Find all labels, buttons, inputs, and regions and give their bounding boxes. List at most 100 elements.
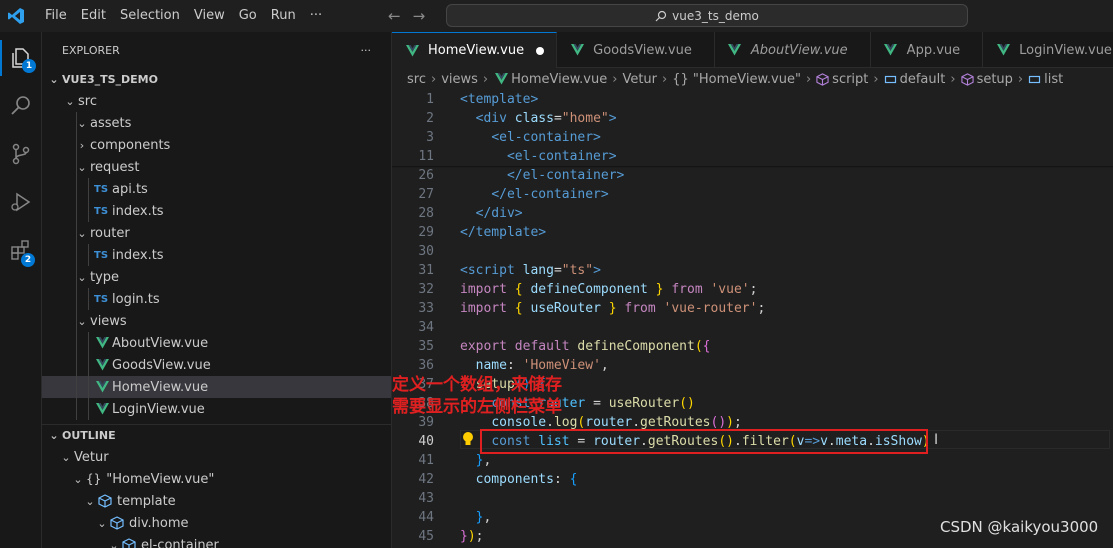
extensions-icon[interactable]: 2 [0, 226, 42, 274]
outline-item[interactable]: ⌄ Vetur [42, 446, 391, 468]
folder-item[interactable]: ⌄ views [42, 310, 391, 332]
code-token: export [460, 339, 515, 354]
indent-guide [88, 332, 89, 354]
tab-label: App.vue [906, 42, 961, 58]
code-line[interactable]: 43 [392, 489, 1113, 508]
line-number: 2 [426, 111, 434, 126]
tab-homeview-vue[interactable]: HomeView.vue [392, 32, 558, 68]
breadcrumb-item[interactable]: src [407, 72, 426, 87]
file-item[interactable]: AboutView.vue [42, 332, 391, 354]
outline-item[interactable]: ⌄ el-container [42, 534, 391, 548]
outline-item-label: "HomeView.vue" [106, 471, 215, 487]
folder-item[interactable]: › components [42, 134, 391, 156]
indent-guide [76, 288, 77, 310]
tab-label: HomeView.vue [428, 43, 525, 58]
code-line[interactable]: 32 import { defineComponent } from 'vue'; [392, 280, 1113, 299]
file-item[interactable]: LoginView.vue [42, 398, 391, 420]
breadcrumb-item[interactable]: views [441, 72, 478, 87]
line-number: 41 [418, 453, 434, 468]
code-line[interactable]: 26 </el-container> [392, 166, 1113, 185]
run-debug-icon[interactable] [0, 178, 42, 226]
explorer-more-button[interactable]: ··· [361, 44, 372, 57]
menu-item-selection[interactable]: Selection [113, 0, 187, 32]
outline-section-header[interactable]: ⌄ OUTLINE [42, 424, 391, 446]
folder-item[interactable]: ⌄ assets [42, 112, 391, 134]
code-text: }, [460, 453, 492, 468]
menu-item-view[interactable]: View [187, 0, 232, 32]
outline-item[interactable]: ⌄{} "HomeView.vue" [42, 468, 391, 490]
tree-item-label: AboutView.vue [112, 335, 209, 351]
code-token: = [585, 396, 609, 411]
folder-item[interactable]: ⌄ type [42, 266, 391, 288]
file-item[interactable]: TS index.ts [42, 244, 391, 266]
code-line[interactable]: 30 [392, 242, 1113, 261]
code-line[interactable]: 29 </template> [392, 223, 1113, 242]
code-token: </el-container> [491, 187, 609, 202]
file-tree: ⌄ src ⌄ assets › components ⌄ request TS api.ts TS… [42, 90, 391, 420]
code-line[interactable]: 33 import { useRouter } from 'vue-router'… [392, 299, 1113, 318]
breadcrumb-item[interactable]: Vetur [622, 72, 657, 87]
code-line[interactable]: 1 <template> [392, 90, 1113, 109]
file-item[interactable]: TS api.ts [42, 178, 391, 200]
code-text: import { defineComponent } from 'vue'; [460, 282, 757, 297]
command-center-search[interactable]: vue3_ts_demo [446, 4, 968, 27]
project-section-header[interactable]: ⌄ VUE3_TS_DEMO [42, 68, 391, 90]
indent-guide [76, 200, 77, 222]
code-token: } [647, 282, 664, 297]
breadcrumb-item[interactable]: HomeView.vue [511, 72, 607, 87]
breadcrumb-item[interactable]: list [1044, 72, 1063, 87]
menu-item-edit[interactable]: Edit [74, 0, 113, 32]
tree-item-label: router [90, 225, 130, 241]
tab-goodsview-vue[interactable]: GoodsView.vue [557, 32, 715, 68]
breadcrumb-item[interactable]: {} "HomeView.vue" [672, 72, 801, 87]
lightbulb-icon[interactable] [462, 431, 474, 451]
code-line[interactable]: 34 [392, 318, 1113, 337]
outline-item[interactable]: ⌄ template [42, 490, 391, 512]
code-line[interactable]: 2 <div class="home"> [392, 109, 1113, 128]
file-item[interactable]: TS index.ts [42, 200, 391, 222]
indent-guide [88, 178, 89, 200]
file-item[interactable]: HomeView.vue [42, 376, 391, 398]
code-line[interactable]: 36 name: 'HomeView', [392, 356, 1113, 375]
code-line[interactable]: 28 </div> [392, 204, 1113, 223]
code-line[interactable]: 3 <el-container> [392, 128, 1113, 147]
forward-arrow-icon[interactable]: → [413, 7, 426, 25]
code-line[interactable]: 11 <el-container> [392, 147, 1113, 166]
breadcrumb-item[interactable]: setup [977, 72, 1013, 87]
source-control-icon[interactable] [0, 130, 42, 178]
menu-item-go[interactable]: Go [232, 0, 264, 32]
code-line[interactable]: 27 </el-container> [392, 185, 1113, 204]
tab-loginview-vue[interactable]: LoginView.vue [983, 32, 1113, 68]
tab-app-vue[interactable]: App.vue [871, 32, 984, 68]
menu-item-run[interactable]: Run [264, 0, 303, 32]
outline-item[interactable]: ⌄ div.home [42, 512, 391, 534]
code-editor[interactable]: 1 <template> 2 <div class="home"> 3 <el-con… [392, 90, 1113, 548]
tree-item-label: type [90, 269, 120, 285]
folder-item[interactable]: ⌄ request [42, 156, 391, 178]
code-line[interactable]: 35 export default defineComponent({ [392, 337, 1113, 356]
file-item[interactable]: TS login.ts [42, 288, 391, 310]
folder-item[interactable]: ⌄ src [42, 90, 391, 112]
indent-guide [76, 222, 77, 244]
code-token: <div [475, 111, 515, 126]
menu-more-button[interactable]: ··· [303, 0, 329, 32]
file-item[interactable]: GoodsView.vue [42, 354, 391, 376]
element-symbol-icon [816, 72, 829, 86]
menu-item-file[interactable]: File [38, 0, 74, 32]
breadcrumb-item[interactable]: default [900, 72, 946, 87]
element-symbol-icon [98, 494, 112, 508]
folder-item[interactable]: ⌄ router [42, 222, 391, 244]
back-arrow-icon[interactable]: ← [388, 7, 401, 25]
code-line[interactable]: 42 components: { [392, 470, 1113, 489]
search-view-icon[interactable] [0, 82, 42, 130]
explorer-icon[interactable]: 1 [0, 34, 42, 82]
breadcrumb-item[interactable]: script [832, 72, 868, 87]
tree-item-label: GoodsView.vue [112, 357, 211, 373]
tab-aboutview-vue[interactable]: AboutView.vue [715, 32, 871, 68]
code-line[interactable]: 31 <script lang="ts"> [392, 261, 1113, 280]
chevron-right-icon: › [482, 71, 489, 87]
unsaved-dot-icon[interactable] [536, 46, 545, 55]
